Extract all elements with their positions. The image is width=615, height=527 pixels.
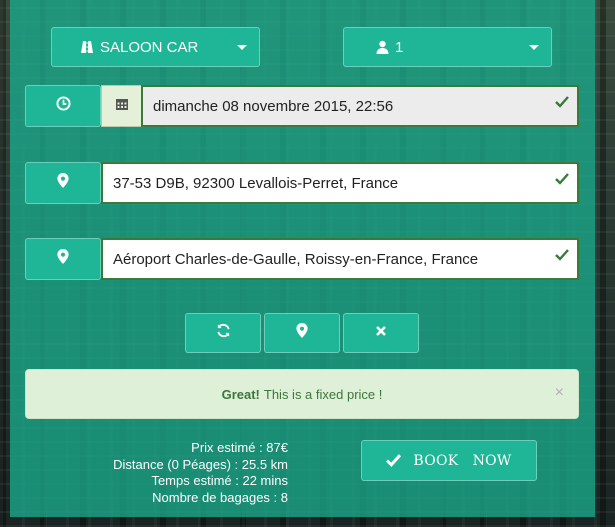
check-icon (386, 454, 402, 467)
datetime-input[interactable]: dimanche 08 novembre 2015, 22:56 (141, 85, 579, 127)
alert-close-icon[interactable]: × (555, 384, 564, 402)
clock-icon (55, 96, 71, 116)
trip-summary: Prix estimé : 87€ Distance (0 Péages) : … (113, 440, 288, 506)
alert-text: This is a fixed price ! (263, 386, 383, 402)
check-icon (555, 95, 569, 112)
chevron-down-icon (237, 45, 247, 50)
time-button[interactable] (25, 85, 101, 127)
locate-me-button[interactable] (264, 313, 340, 353)
pickup-address-value: 37-53 D9B, 92300 Levallois-Perret, Franc… (113, 174, 399, 192)
calendar-button[interactable] (101, 85, 141, 127)
dropoff-address-value: Aéroport Charles-de-Gaulle, Roissy-en-Fr… (113, 250, 479, 268)
user-icon (376, 40, 389, 54)
estimated-price: Prix estimé : 87€ (191, 440, 288, 455)
map-marker-icon (57, 173, 69, 193)
datetime-value: dimanche 08 novembre 2015, 22:56 (153, 97, 394, 115)
clear-button[interactable] (343, 313, 419, 353)
vehicle-type-select[interactable]: SALOON CAR (51, 27, 260, 67)
dropoff-location-button[interactable] (25, 238, 101, 280)
pickup-address-input[interactable]: 37-53 D9B, 92300 Levallois-Perret, Franc… (101, 162, 579, 204)
book-label-word1: BOOK (413, 452, 459, 469)
book-label-word2: NOW (472, 452, 512, 469)
vehicle-type-value: SALOON CAR (100, 38, 199, 56)
close-icon (375, 324, 387, 342)
refresh-icon (216, 323, 231, 343)
book-now-button[interactable]: BOOK NOW (361, 440, 537, 481)
passengers-select[interactable]: 1 (343, 27, 552, 67)
estimated-time: Temps estimé : 22 mins (151, 473, 288, 488)
pickup-location-button[interactable] (25, 162, 101, 204)
check-icon (555, 248, 569, 265)
alert-strong-text: Great! (221, 386, 260, 402)
luggage-count: Nombre de bagages : 8 (152, 489, 288, 505)
swap-addresses-button[interactable] (185, 313, 261, 353)
map-marker-icon (296, 323, 308, 343)
distance: Distance (0 Péages) : 25.5 km (113, 456, 288, 472)
calendar-icon (115, 97, 129, 116)
road-icon (80, 40, 94, 54)
passengers-value: 1 (395, 38, 404, 56)
map-marker-icon (57, 249, 69, 269)
dropoff-address-input[interactable]: Aéroport Charles-de-Gaulle, Roissy-en-Fr… (101, 238, 579, 280)
fixed-price-alert: Great! This is a fixed price ! × (25, 369, 579, 419)
chevron-down-icon (529, 45, 539, 50)
check-icon (555, 172, 569, 189)
